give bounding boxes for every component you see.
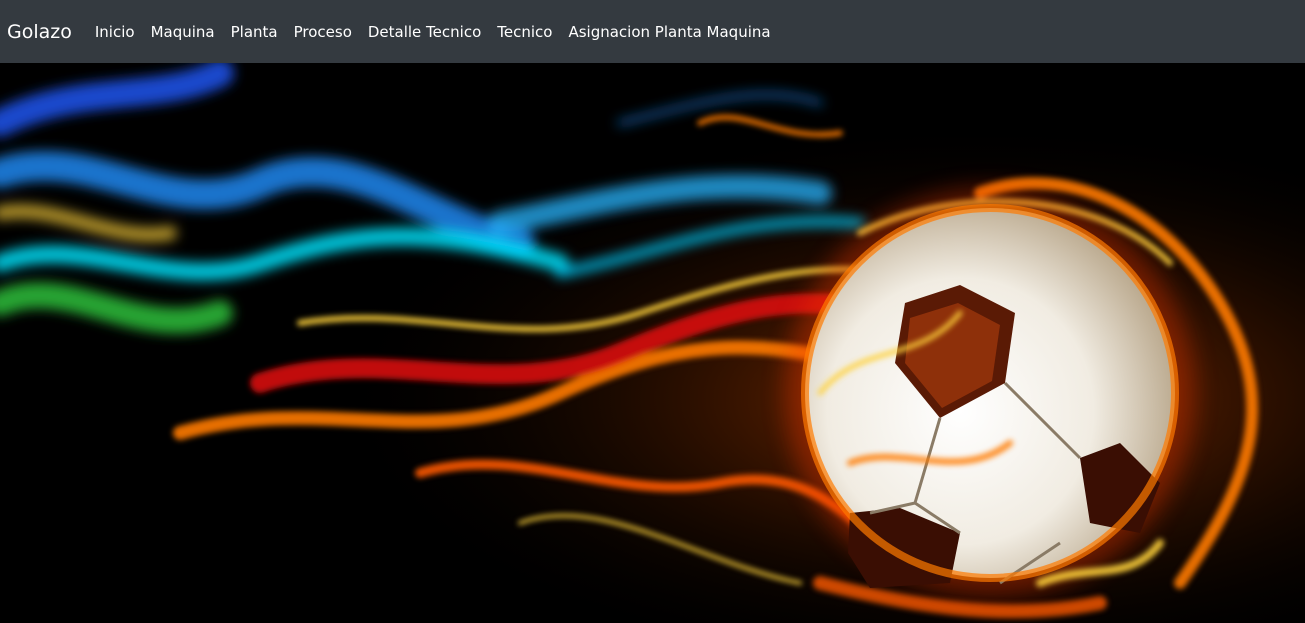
nav-link-detalle-tecnico[interactable]: Detalle Tecnico [360, 23, 489, 41]
nav-link-maquina[interactable]: Maquina [143, 23, 223, 41]
hero-banner [0, 63, 1305, 623]
nav-links: Inicio Maquina Planta Proceso Detalle Te… [87, 23, 779, 41]
flaming-soccer-ball-image [0, 63, 1305, 623]
nav-link-inicio[interactable]: Inicio [87, 23, 143, 41]
nav-link-asignacion-planta-maquina[interactable]: Asignacion Planta Maquina [560, 23, 778, 41]
nav-link-proceso[interactable]: Proceso [286, 23, 360, 41]
top-navbar: Golazo Inicio Maquina Planta Proceso Det… [0, 0, 1305, 63]
navbar-brand[interactable]: Golazo [7, 21, 72, 43]
nav-link-planta[interactable]: Planta [223, 23, 286, 41]
nav-link-tecnico[interactable]: Tecnico [489, 23, 560, 41]
